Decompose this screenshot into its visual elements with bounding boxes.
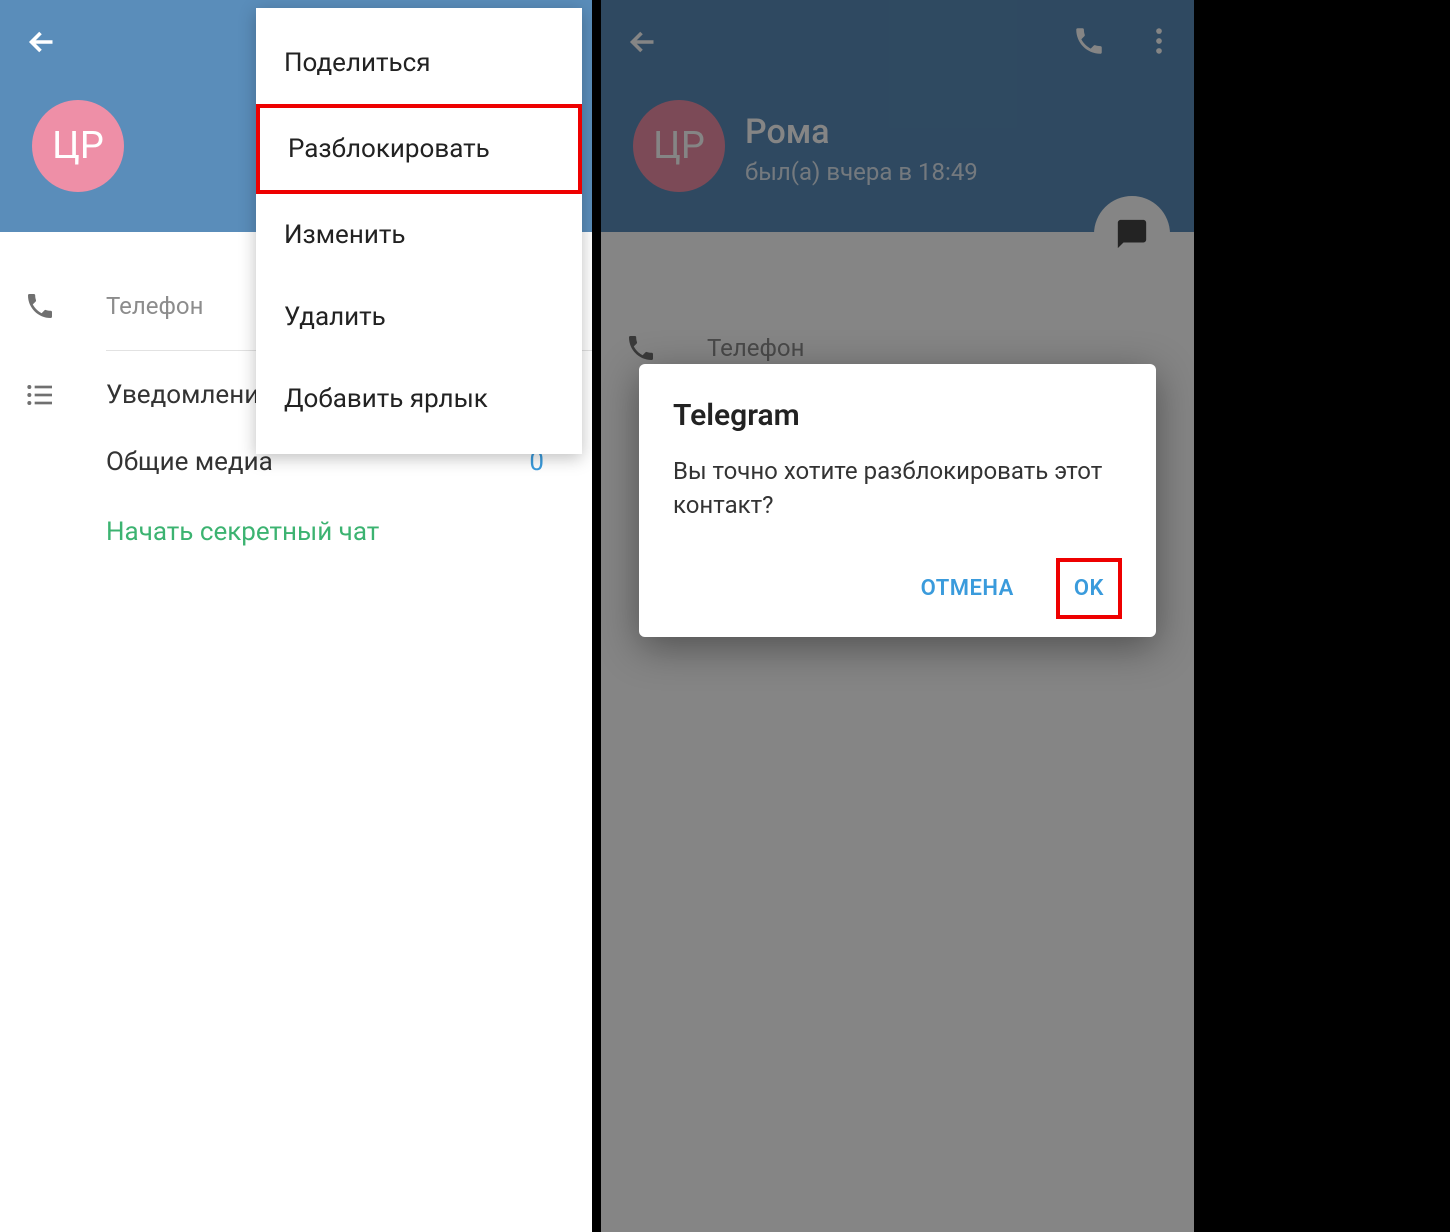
start-secret-chat[interactable]: Начать секретный чат (0, 495, 592, 569)
screen-profile-dialog: ЦР Рома был(а) вчера в 18:49 Телефон Tel… (601, 0, 1194, 1232)
list-icon (24, 379, 106, 411)
cancel-button[interactable]: ОТМЕНА (907, 562, 1028, 615)
phone-icon (24, 290, 106, 322)
confirm-dialog: Telegram Вы точно хотите разблокировать … (639, 364, 1156, 637)
avatar-initials: ЦР (52, 124, 104, 168)
screen-profile-menu: ЦР Поделиться Разблокировать Изменить Уд… (0, 0, 592, 1232)
menu-item-add-shortcut[interactable]: Добавить ярлык (256, 358, 582, 440)
dialog-message: Вы точно хотите разблокировать этот конт… (673, 455, 1122, 522)
options-dropdown: Поделиться Разблокировать Изменить Удали… (256, 8, 582, 454)
menu-item-edit[interactable]: Изменить (256, 194, 582, 276)
menu-item-share[interactable]: Поделиться (256, 22, 582, 104)
menu-item-unblock[interactable]: Разблокировать (256, 104, 582, 194)
dialog-title: Telegram (673, 398, 1122, 433)
ok-button[interactable]: OK (1056, 558, 1122, 619)
avatar[interactable]: ЦР (32, 100, 124, 192)
back-arrow-icon[interactable] (24, 24, 60, 60)
menu-item-delete[interactable]: Удалить (256, 276, 582, 358)
dialog-actions: ОТМЕНА OK (673, 558, 1122, 619)
